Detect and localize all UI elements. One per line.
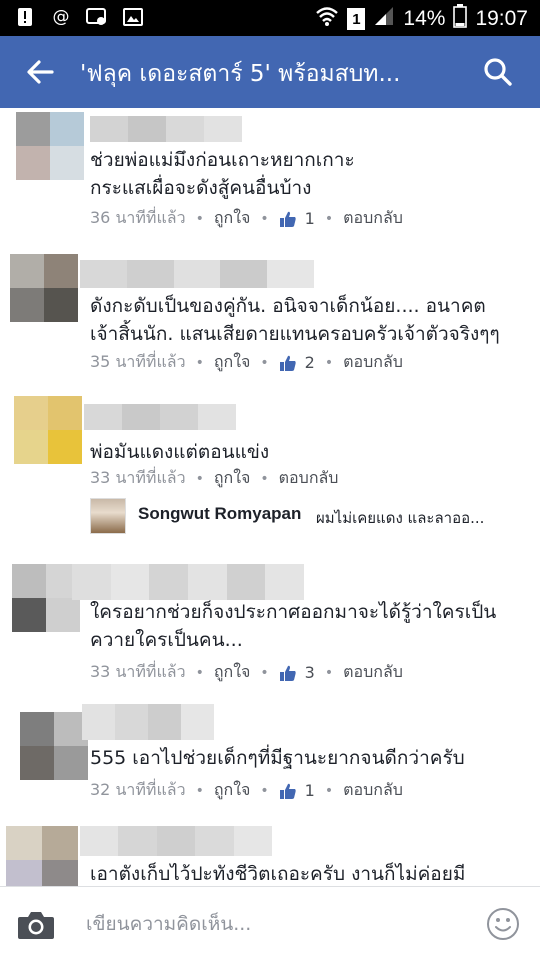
- avatar[interactable]: [16, 112, 84, 180]
- comment-meta: 36 นาทีที่แล้ว • ถูกใจ • 1 • ตอบกลับ: [90, 206, 403, 231]
- camera-icon: [18, 912, 54, 939]
- battery-percent: 14%: [403, 7, 446, 30]
- like-count[interactable]: 3: [279, 663, 315, 682]
- alert-icon: [14, 6, 36, 28]
- timestamp: 35 นาทีที่แล้ว: [90, 352, 186, 371]
- comment-meta: 35 นาทีที่แล้ว • ถูกใจ • 2 • ตอบกลับ: [90, 350, 403, 375]
- comment-item: 555 เอาไปช่วยเด็กๆที่มีฐานะยากจนดีกว่าคร…: [0, 704, 540, 814]
- at-sign-icon: @: [52, 7, 70, 27]
- app-bar: 'ฟลุค เดอะสตาร์ 5' พร้อมสบท...: [0, 36, 540, 108]
- status-bar: @ 1 14% 19:07: [0, 0, 540, 36]
- like-link[interactable]: ถูกใจ: [214, 350, 251, 375]
- smiley-icon: [487, 908, 519, 940]
- comment-text: ดังกะดับเป็นของคู่กัน. อนิจจาเด็กน้อย...…: [90, 295, 500, 345]
- camera-button[interactable]: [16, 907, 56, 943]
- reply-link[interactable]: ตอบกลับ: [279, 466, 339, 491]
- clock: 19:07: [475, 7, 528, 30]
- timestamp: 32 นาทีที่แล้ว: [90, 780, 186, 799]
- avatar[interactable]: [14, 396, 82, 464]
- like-link[interactable]: ถูกใจ: [214, 206, 251, 231]
- avatar[interactable]: [12, 564, 80, 632]
- wifi-icon: [315, 5, 339, 33]
- commenter-name-blurred[interactable]: [72, 564, 305, 600]
- comment-item: เอาตังเก็บไว้ปะทังชีวิตเถอะครับ งานก็ไม่…: [0, 822, 540, 886]
- search-icon: [484, 58, 512, 86]
- reply-link[interactable]: ตอบกลับ: [343, 206, 403, 231]
- reply-avatar[interactable]: [90, 498, 126, 534]
- reply-link[interactable]: ตอบกลับ: [343, 660, 403, 685]
- timestamp: 33 นาทีที่แล้ว: [90, 468, 186, 487]
- arrow-left-icon: [27, 60, 54, 84]
- notification-icons: @: [14, 6, 144, 28]
- comment-composer: [0, 886, 540, 960]
- commenter-name-blurred[interactable]: [82, 704, 214, 740]
- battery-icon: [453, 4, 468, 34]
- thumbs-up-icon: [279, 355, 296, 371]
- avatar[interactable]: [20, 712, 88, 780]
- comment-item: ช่วยพ่อแม่มึงก่อนเถาะหยากเกาะ กระแสเผื่อ…: [0, 108, 540, 232]
- back-button[interactable]: [22, 54, 58, 90]
- avatar[interactable]: [6, 826, 78, 886]
- sim-badge: 1: [347, 8, 366, 30]
- comment-meta: 32 นาทีที่แล้ว • ถูกใจ • 1 • ตอบกลับ: [90, 778, 403, 803]
- reply-preview[interactable]: Songwut Romyapan ผมไม่เคยแดง และลาออ...: [90, 498, 530, 536]
- like-count[interactable]: 2: [279, 353, 315, 372]
- like-count[interactable]: 1: [279, 781, 315, 800]
- search-button[interactable]: [480, 54, 516, 90]
- reply-link[interactable]: ตอบกลับ: [343, 778, 403, 803]
- reply-author-name[interactable]: Songwut Romyapan: [138, 504, 301, 524]
- comment-item: ดังกะดับเป็นของคู่กัน. อนิจจาเด็กน้อย...…: [0, 248, 540, 388]
- emoji-button[interactable]: [486, 907, 520, 941]
- thumbs-up-icon: [279, 783, 296, 799]
- commenter-name-blurred[interactable]: [90, 116, 242, 142]
- image-icon: [122, 6, 144, 28]
- reply-link[interactable]: ตอบกลับ: [343, 350, 403, 375]
- like-link[interactable]: ถูกใจ: [214, 466, 251, 491]
- reply-text: ผมไม่เคยแดง และลาออ...: [316, 509, 485, 527]
- comment-text: ช่วยพ่อแม่มึงก่อนเถาะหยากเกาะ กระแสเผื่อ…: [90, 149, 355, 199]
- comment-text: 555 เอาไปช่วยเด็กๆที่มีฐานะยากจนดีกว่าคร…: [90, 747, 465, 769]
- screen-share-icon: [86, 6, 108, 28]
- timestamp: 36 นาทีที่แล้ว: [90, 208, 186, 227]
- thumbs-up-icon: [279, 665, 296, 681]
- comment-text: เอาตังเก็บไว้ปะทังชีวิตเถอะครับ งานก็ไม่…: [90, 863, 466, 885]
- comment-input[interactable]: [86, 905, 466, 943]
- commenter-name-blurred[interactable]: [80, 826, 273, 856]
- avatar[interactable]: [10, 254, 78, 322]
- system-indicators: 1 14% 19:07: [315, 4, 528, 34]
- timestamp: 33 นาทีที่แล้ว: [90, 662, 186, 681]
- thumbs-up-icon: [279, 211, 296, 227]
- commenter-name-blurred[interactable]: [80, 260, 314, 288]
- like-count[interactable]: 1: [279, 209, 315, 228]
- comment-item: ใครอยากช่วยก็จงประกาศออกมาจะได้รู้ว่าใคร…: [0, 556, 540, 696]
- commenter-name-blurred[interactable]: [84, 404, 236, 430]
- page-title: 'ฟลุค เดอะสตาร์ 5' พร้อมสบท...: [80, 61, 401, 87]
- comment-meta: 33 นาทีที่แล้ว • ถูกใจ • 3 • ตอบกลับ: [90, 660, 403, 685]
- like-link[interactable]: ถูกใจ: [214, 660, 251, 685]
- signal-icon: [373, 5, 395, 33]
- comment-list[interactable]: ช่วยพ่อแม่มึงก่อนเถาะหยากเกาะ กระแสเผื่อ…: [0, 108, 540, 886]
- comment-meta: 33 นาทีที่แล้ว • ถูกใจ • ตอบกลับ: [90, 466, 338, 491]
- comment-text: ใครอยากช่วยก็จงประกาศออกมาจะได้รู้ว่าใคร…: [90, 601, 497, 651]
- comment-text: พ่อมันแดงแต่ตอนแข่ง: [90, 441, 270, 463]
- like-link[interactable]: ถูกใจ: [214, 778, 251, 803]
